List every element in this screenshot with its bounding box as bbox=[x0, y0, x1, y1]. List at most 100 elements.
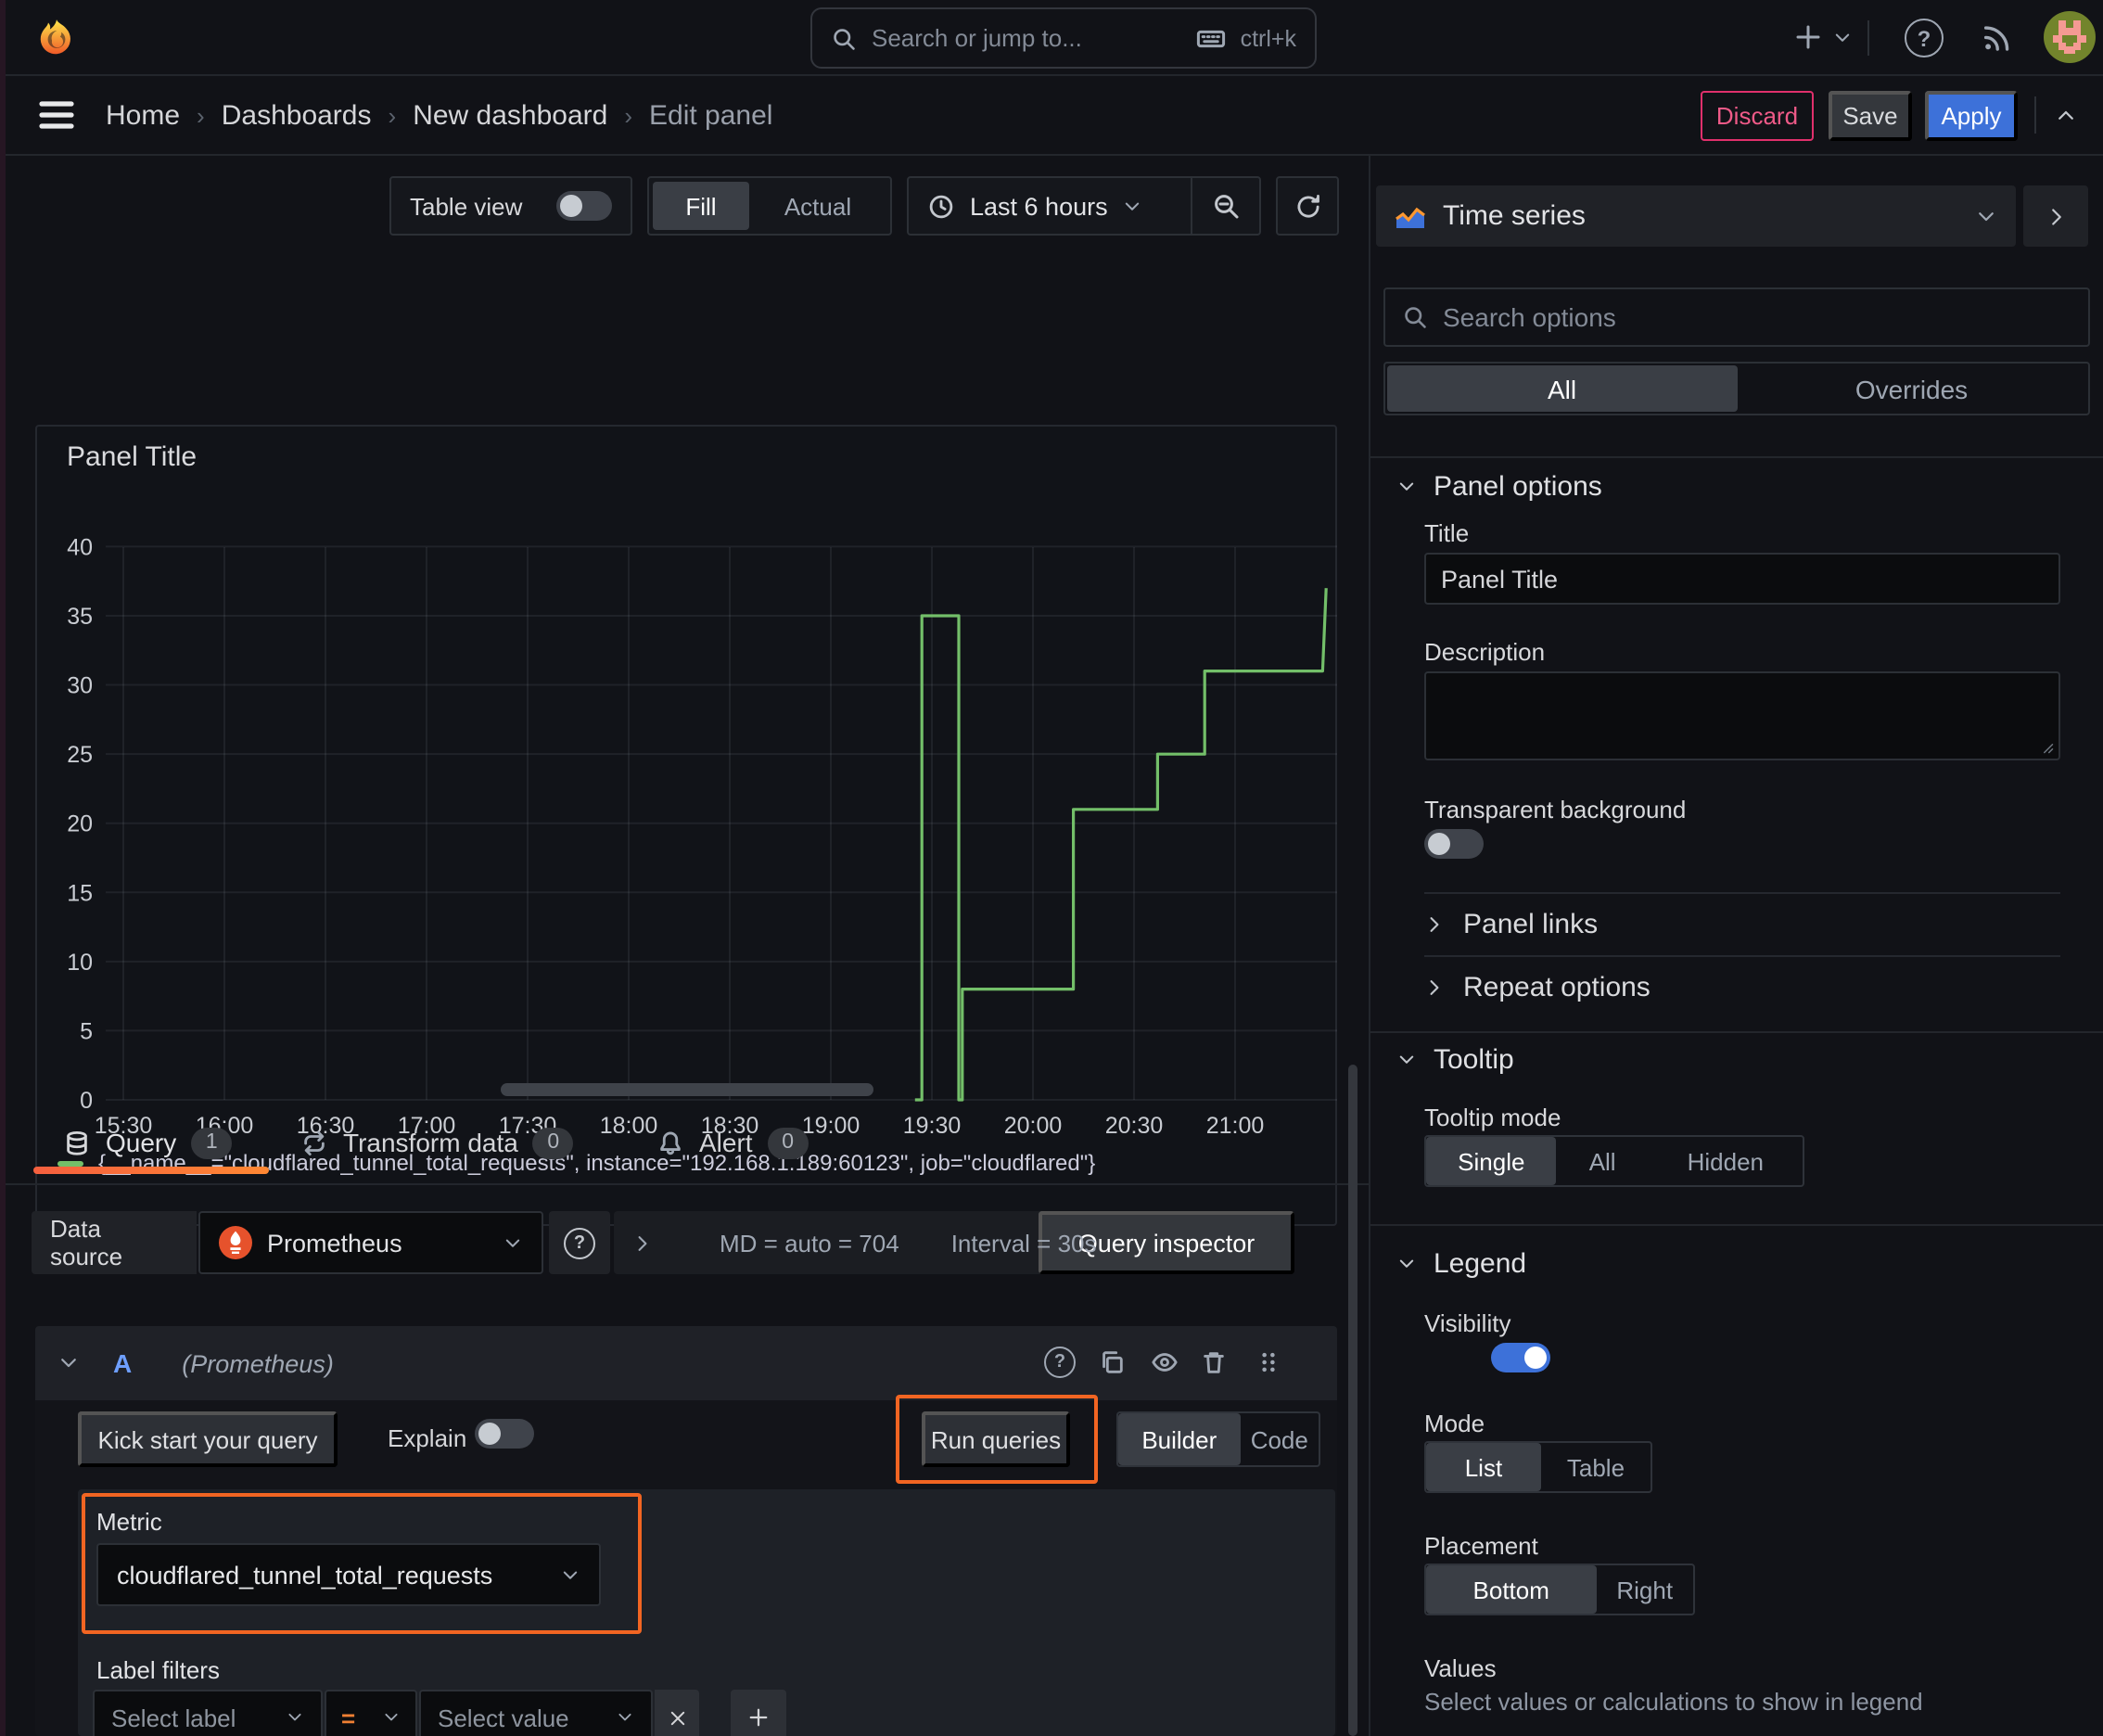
time-series-line[interactable] bbox=[914, 588, 1328, 1102]
duplicate-query-icon[interactable] bbox=[1098, 1348, 1126, 1376]
visualization-picker[interactable]: Time series bbox=[1376, 185, 2016, 247]
active-tab-underline bbox=[33, 1167, 269, 1174]
select-label-dropdown[interactable]: Select label bbox=[93, 1690, 323, 1736]
transparent-bg-toggle[interactable] bbox=[1424, 829, 1484, 859]
search-options-input[interactable] bbox=[1443, 302, 2071, 332]
resize-grip-icon[interactable] bbox=[2036, 736, 2055, 755]
code-option[interactable]: Code bbox=[1241, 1413, 1319, 1465]
fill-actual-switch: Fill Actual bbox=[647, 176, 892, 236]
repeat-options-collapse[interactable]: Repeat options bbox=[1424, 955, 2060, 1018]
zoom-out-button[interactable] bbox=[1192, 178, 1259, 234]
tab-query[interactable]: Query 1 bbox=[63, 1117, 233, 1168]
table-view-toggle[interactable] bbox=[556, 191, 612, 221]
query-help-icon[interactable]: ? bbox=[1044, 1347, 1076, 1378]
delete-query-icon[interactable] bbox=[1200, 1348, 1228, 1376]
topbar-divider bbox=[1867, 20, 1869, 56]
builder-option[interactable]: Builder bbox=[1118, 1413, 1241, 1465]
tooltip-single-option[interactable]: Single bbox=[1426, 1137, 1557, 1185]
toggle-visibility-icon[interactable] bbox=[1150, 1348, 1179, 1376]
grafana-logo-icon[interactable] bbox=[35, 17, 78, 59]
discard-button[interactable]: Discard bbox=[1701, 91, 1814, 141]
expand-options-icon[interactable] bbox=[632, 1232, 653, 1253]
legend-list-option[interactable]: List bbox=[1426, 1443, 1541, 1491]
query-row-header[interactable]: A (Prometheus) ? bbox=[35, 1326, 1337, 1400]
panel-links-collapse[interactable]: Panel links bbox=[1424, 892, 2060, 955]
add-icon[interactable] bbox=[1793, 22, 1823, 52]
query-collapse-icon[interactable] bbox=[57, 1352, 80, 1374]
global-search[interactable]: Search or jump to... ctrl+k bbox=[810, 7, 1317, 69]
fill-option[interactable]: Fill bbox=[653, 182, 749, 230]
user-avatar[interactable] bbox=[2044, 11, 2096, 63]
y-tick-label: 30 bbox=[67, 673, 93, 699]
add-caret-icon[interactable] bbox=[1832, 28, 1853, 48]
refresh-button[interactable] bbox=[1276, 176, 1339, 236]
description-textarea[interactable] bbox=[1424, 671, 2060, 760]
panel-options-title: Panel options bbox=[1434, 471, 1602, 503]
tooltip-mode-label: Tooltip mode bbox=[1424, 1104, 1561, 1131]
query-builder-panel: Metric cloudflared_tunnel_total_requests… bbox=[78, 1489, 1335, 1736]
time-range-picker[interactable]: Last 6 hours bbox=[909, 178, 1191, 234]
kick-start-query-button[interactable]: Kick start your query bbox=[78, 1411, 338, 1467]
tab-alert[interactable]: Alert 0 bbox=[656, 1117, 809, 1168]
operator-dropdown[interactable]: = bbox=[325, 1690, 417, 1736]
legend-visibility-toggle[interactable] bbox=[1490, 1343, 1550, 1372]
tab-all-options[interactable]: All bbox=[1387, 365, 1737, 412]
tooltip-title: Tooltip bbox=[1434, 1044, 1514, 1076]
tab-transform-data[interactable]: Transform data 0 bbox=[300, 1117, 574, 1168]
tooltip-header[interactable]: Tooltip bbox=[1396, 1044, 1514, 1076]
tab-overrides[interactable]: Overrides bbox=[1737, 365, 2086, 412]
panel-resize-handle[interactable] bbox=[501, 1083, 873, 1096]
chevron-right-icon bbox=[1424, 914, 1445, 935]
add-filter-button[interactable] bbox=[731, 1690, 786, 1736]
time-series-viz-icon bbox=[1395, 202, 1426, 230]
search-options-box[interactable] bbox=[1383, 287, 2090, 347]
placement-right-option[interactable]: Right bbox=[1596, 1565, 1693, 1614]
select-value-placeholder: Select value bbox=[438, 1704, 569, 1731]
collapse-pane-icon[interactable] bbox=[2053, 104, 2079, 126]
select-value-dropdown[interactable]: Select value bbox=[419, 1690, 653, 1736]
workspace-scrollbar[interactable] bbox=[1348, 1065, 1357, 1736]
table-view-label: Table view bbox=[410, 192, 523, 220]
datasource-help-button[interactable]: ? bbox=[549, 1211, 610, 1274]
breadcrumb: Home › Dashboards › New dashboard › Edit… bbox=[106, 76, 772, 154]
explain-toggle[interactable] bbox=[475, 1419, 534, 1449]
search-icon bbox=[831, 25, 857, 51]
help-icon[interactable]: ? bbox=[1905, 19, 1944, 57]
apply-button[interactable]: Apply bbox=[1925, 91, 2018, 141]
news-rss-icon[interactable] bbox=[1981, 20, 2014, 54]
time-series-chart[interactable]: 051015202530354015:30 16:00 16:30 17:00 17:3… bbox=[37, 427, 1339, 1228]
prometheus-icon bbox=[219, 1226, 252, 1259]
tab-query-count: 1 bbox=[191, 1127, 233, 1158]
label-filters-label: Label filters bbox=[96, 1656, 220, 1684]
remove-filter-button[interactable] bbox=[655, 1690, 699, 1736]
legend-header[interactable]: Legend bbox=[1396, 1248, 1526, 1280]
actual-option[interactable]: Actual bbox=[749, 182, 886, 230]
query-ref-id: A bbox=[113, 1348, 133, 1378]
breadcrumb-dashboards[interactable]: Dashboards bbox=[222, 99, 372, 131]
datasource-caret-icon bbox=[503, 1232, 523, 1253]
options-scope-tabs: All Overrides bbox=[1383, 362, 2090, 415]
panel-title[interactable]: Panel Title bbox=[67, 441, 197, 473]
y-tick-label: 25 bbox=[67, 742, 93, 768]
menu-hamburger-icon[interactable] bbox=[39, 100, 74, 130]
metric-value: cloudflared_tunnel_total_requests bbox=[117, 1561, 493, 1589]
drag-query-icon[interactable] bbox=[1255, 1348, 1281, 1376]
select-label-caret-icon bbox=[286, 1708, 304, 1727]
breadcrumb-home[interactable]: Home bbox=[106, 99, 180, 131]
run-queries-button[interactable]: Run queries bbox=[922, 1411, 1070, 1467]
keyboard-icon bbox=[1196, 23, 1226, 53]
legend-table-option[interactable]: Table bbox=[1541, 1443, 1651, 1491]
placement-bottom-option[interactable]: Bottom bbox=[1426, 1565, 1597, 1614]
panel-options-header[interactable]: Panel options bbox=[1396, 471, 1602, 503]
breadcrumb-new-dashboard[interactable]: New dashboard bbox=[413, 99, 607, 131]
collapse-options-button[interactable] bbox=[2023, 185, 2088, 247]
tooltip-all-option[interactable]: All bbox=[1557, 1137, 1649, 1185]
tooltip-hidden-option[interactable]: Hidden bbox=[1649, 1137, 1803, 1185]
save-button[interactable]: Save bbox=[1829, 91, 1912, 141]
query-datasource-hint: (Prometheus) bbox=[182, 1349, 334, 1377]
builder-code-switch: Builder Code bbox=[1116, 1411, 1320, 1467]
datasource-picker[interactable]: Prometheus bbox=[198, 1211, 543, 1274]
panel-title-input[interactable] bbox=[1424, 553, 2060, 605]
metric-select[interactable]: cloudflared_tunnel_total_requests bbox=[96, 1543, 601, 1606]
visibility-label: Visibility bbox=[1424, 1309, 1511, 1337]
